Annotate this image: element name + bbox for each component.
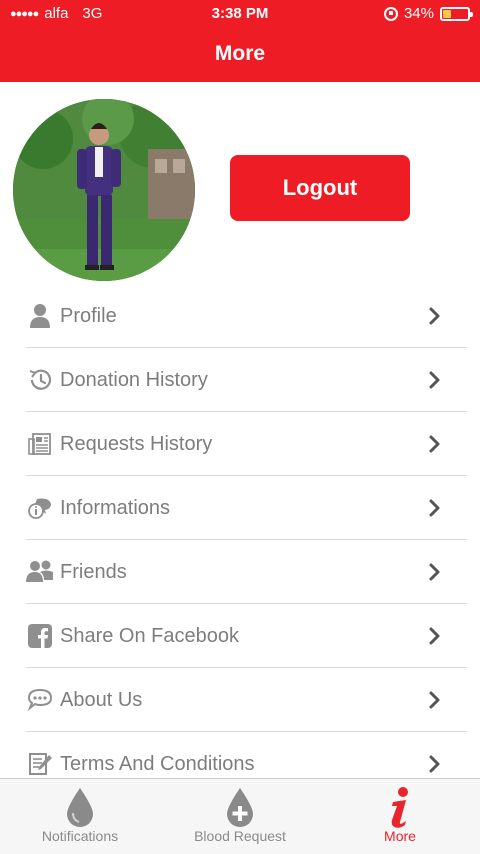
status-bar: ●●●●● alfa 3G 3:38 PM 34% xyxy=(0,0,480,28)
profile-section: Logout xyxy=(0,82,480,282)
document-icon xyxy=(26,750,54,778)
page-title: More xyxy=(214,42,266,65)
chevron-right-icon xyxy=(429,371,440,389)
tab-bar: Notifications Blood Request More xyxy=(0,778,480,854)
chevron-right-icon xyxy=(429,499,440,517)
info-chat-icon xyxy=(26,494,54,522)
chevron-right-icon xyxy=(429,435,440,453)
status-right: 34% xyxy=(383,5,473,22)
tab-more[interactable]: More xyxy=(320,779,480,854)
menu-item-donation-history[interactable]: Donation History xyxy=(0,348,480,412)
avatar[interactable] xyxy=(13,99,195,281)
menu-item-label: Requests History xyxy=(60,432,213,455)
menu-item-about-us[interactable]: About Us xyxy=(0,668,480,732)
menu-item-informations[interactable]: Informations xyxy=(0,476,480,540)
drop-plus-icon xyxy=(227,788,253,827)
chevron-right-icon xyxy=(429,307,440,325)
tab-notifications[interactable]: Notifications xyxy=(0,779,160,854)
menu-item-label: Share On Facebook xyxy=(60,624,239,647)
rotation-lock-icon xyxy=(383,6,398,21)
more-menu: Profile Donation History Requests Histor… xyxy=(0,284,480,778)
menu-item-profile[interactable]: Profile xyxy=(0,284,480,348)
menu-item-label: Terms And Conditions xyxy=(60,752,255,775)
chevron-right-icon xyxy=(429,691,440,709)
chevron-right-icon xyxy=(429,627,440,645)
menu-item-label: Informations xyxy=(60,496,171,519)
battery-icon xyxy=(440,6,473,21)
menu-item-friends[interactable]: Friends xyxy=(0,540,480,604)
logout-button[interactable]: Logout xyxy=(230,155,410,221)
menu-item-share-facebook[interactable]: Share On Facebook xyxy=(0,604,480,668)
top-bar: ●●●●● alfa 3G 3:38 PM 34% More xyxy=(0,0,480,82)
tab-label: More xyxy=(384,828,416,844)
history-icon xyxy=(26,366,54,394)
chevron-right-icon xyxy=(429,755,440,773)
avatar-photo xyxy=(13,99,195,281)
user-icon xyxy=(26,302,54,330)
newspaper-icon xyxy=(26,430,54,458)
menu-item-label: Friends xyxy=(60,560,127,583)
chevron-right-icon xyxy=(429,563,440,581)
tab-label: Blood Request xyxy=(194,828,286,844)
facebook-icon xyxy=(26,622,54,650)
menu-item-requests-history[interactable]: Requests History xyxy=(0,412,480,476)
battery-percent: 34% xyxy=(403,5,434,22)
tab-blood-request[interactable]: Blood Request xyxy=(160,779,320,854)
menu-item-terms[interactable]: Terms And Conditions xyxy=(0,732,480,778)
chat-bubble-icon xyxy=(26,686,54,714)
menu-item-label: About Us xyxy=(60,688,143,711)
tab-label: Notifications xyxy=(41,828,119,844)
info-icon xyxy=(391,787,408,828)
menu-item-label: Profile xyxy=(60,304,117,327)
menu-item-label: Donation History xyxy=(60,368,208,391)
drop-icon xyxy=(67,788,93,827)
friends-icon xyxy=(26,558,54,586)
